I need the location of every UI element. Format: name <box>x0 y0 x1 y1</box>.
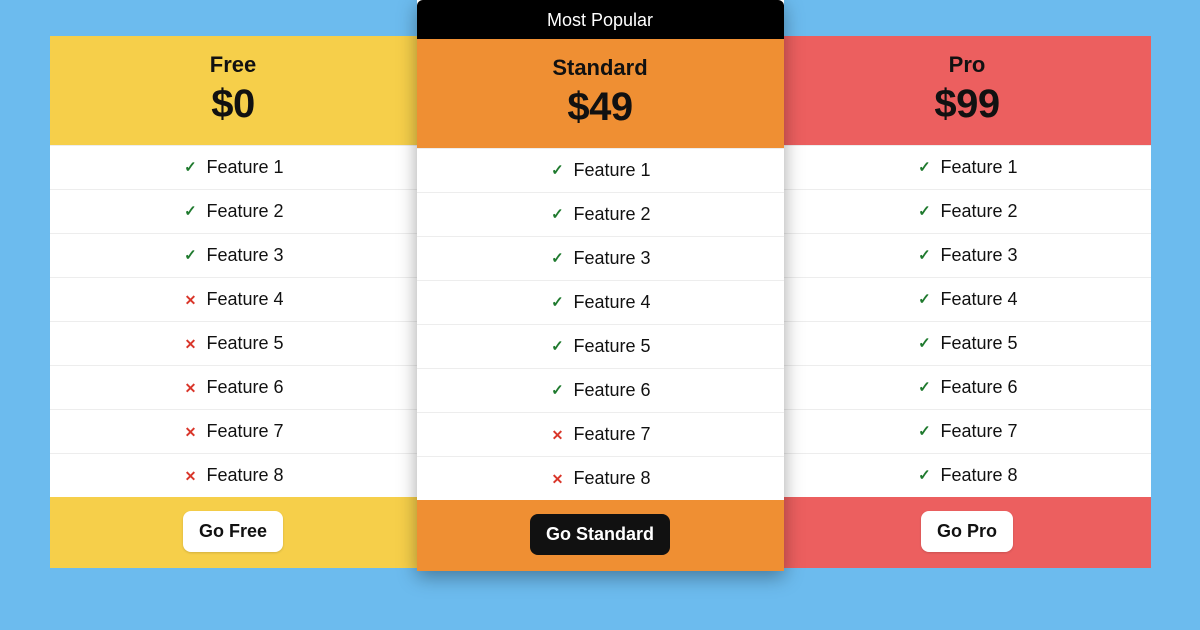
plan-header: Free $0 <box>50 36 417 145</box>
feature-label: Feature 8 <box>573 468 650 489</box>
feature-row: ✓ Feature 1 <box>50 145 417 189</box>
check-icon: ✓ <box>549 207 565 223</box>
check-icon: ✓ <box>916 204 932 220</box>
check-icon: ✓ <box>916 336 932 352</box>
feature-row: ✓ Feature 2 <box>784 189 1151 233</box>
cross-icon: ✕ <box>182 424 198 440</box>
feature-row: ✓ Feature 6 <box>784 365 1151 409</box>
cta-pro-button[interactable]: Go Pro <box>921 511 1013 552</box>
feature-label: Feature 2 <box>940 201 1017 222</box>
feature-row: ✓ Feature 3 <box>784 233 1151 277</box>
check-icon: ✓ <box>916 248 932 264</box>
feature-row: ✓ Feature 3 <box>50 233 417 277</box>
feature-row: ✓ Feature 5 <box>784 321 1151 365</box>
check-icon: ✓ <box>182 204 198 220</box>
check-icon: ✓ <box>549 163 565 179</box>
feature-label: Feature 7 <box>940 421 1017 442</box>
feature-row: ✕ Feature 8 <box>50 453 417 497</box>
popular-badge: Most Popular <box>417 0 784 39</box>
cross-icon: ✕ <box>182 292 198 308</box>
plan-price: $99 <box>794 82 1141 127</box>
feature-row: ✓ Feature 5 <box>417 324 784 368</box>
plan-footer: Go Free <box>50 497 417 568</box>
feature-label: Feature 4 <box>206 289 283 310</box>
cross-icon: ✕ <box>182 380 198 396</box>
plan-price: $0 <box>60 82 407 127</box>
check-icon: ✓ <box>549 295 565 311</box>
feature-label: Feature 5 <box>206 333 283 354</box>
check-icon: ✓ <box>549 383 565 399</box>
feature-label: Feature 2 <box>573 204 650 225</box>
check-icon: ✓ <box>549 339 565 355</box>
check-icon: ✓ <box>916 380 932 396</box>
feature-row: ✕ Feature 6 <box>50 365 417 409</box>
plan-pro: Pro $99 ✓ Feature 1 ✓ Feature 2 ✓ Feature 3 ✓ Fea… <box>784 36 1151 568</box>
plan-footer: Go Standard <box>417 500 784 571</box>
feature-list: ✓ Feature 1 ✓ Feature 2 ✓ Feature 3 ✓ Feature 4… <box>784 145 1151 497</box>
plan-name: Pro <box>794 52 1141 78</box>
check-icon: ✓ <box>916 160 932 176</box>
plan-name: Free <box>60 52 407 78</box>
feature-row: ✓ Feature 3 <box>417 236 784 280</box>
check-icon: ✓ <box>182 160 198 176</box>
plan-price: $49 <box>427 85 774 130</box>
feature-row: ✓ Feature 2 <box>50 189 417 233</box>
feature-label: Feature 8 <box>940 465 1017 486</box>
check-icon: ✓ <box>549 251 565 267</box>
check-icon: ✓ <box>916 292 932 308</box>
feature-label: Feature 1 <box>206 157 283 178</box>
feature-row: ✓ Feature 7 <box>784 409 1151 453</box>
feature-row: ✕ Feature 7 <box>417 412 784 456</box>
feature-row: ✓ Feature 1 <box>417 148 784 192</box>
cta-free-button[interactable]: Go Free <box>183 511 283 552</box>
feature-label: Feature 3 <box>206 245 283 266</box>
plan-free: Free $0 ✓ Feature 1 ✓ Feature 2 ✓ Feature 3 ✕ Fea… <box>50 36 417 568</box>
feature-label: Feature 1 <box>573 160 650 181</box>
cross-icon: ✕ <box>182 336 198 352</box>
plan-header: Pro $99 <box>784 36 1151 145</box>
feature-label: Feature 6 <box>940 377 1017 398</box>
feature-row: ✓ Feature 4 <box>784 277 1151 321</box>
feature-label: Feature 1 <box>940 157 1017 178</box>
check-icon: ✓ <box>182 248 198 264</box>
feature-label: Feature 4 <box>940 289 1017 310</box>
cross-icon: ✕ <box>549 427 565 443</box>
feature-row: ✕ Feature 5 <box>50 321 417 365</box>
feature-label: Feature 5 <box>940 333 1017 354</box>
pricing-table: Free $0 ✓ Feature 1 ✓ Feature 2 ✓ Feature 3 ✕ Fea… <box>50 28 1151 571</box>
feature-list: ✓ Feature 1 ✓ Feature 2 ✓ Feature 3 ✓ Feature 4… <box>417 148 784 500</box>
feature-row: ✕ Feature 8 <box>417 456 784 500</box>
check-icon: ✓ <box>916 468 932 484</box>
feature-row: ✕ Feature 7 <box>50 409 417 453</box>
feature-label: Feature 3 <box>573 248 650 269</box>
feature-label: Feature 2 <box>206 201 283 222</box>
cross-icon: ✕ <box>182 468 198 484</box>
plan-footer: Go Pro <box>784 497 1151 568</box>
feature-label: Feature 7 <box>206 421 283 442</box>
plan-standard: Most Popular Standard $49 ✓ Feature 1 ✓ Featur… <box>417 0 784 571</box>
feature-label: Feature 3 <box>940 245 1017 266</box>
plan-header: Standard $49 <box>417 39 784 148</box>
feature-row: ✓ Feature 8 <box>784 453 1151 497</box>
cross-icon: ✕ <box>549 471 565 487</box>
feature-label: Feature 7 <box>573 424 650 445</box>
feature-row: ✓ Feature 1 <box>784 145 1151 189</box>
cta-standard-button[interactable]: Go Standard <box>530 514 670 555</box>
plan-name: Standard <box>427 55 774 81</box>
feature-label: Feature 8 <box>206 465 283 486</box>
feature-label: Feature 4 <box>573 292 650 313</box>
check-icon: ✓ <box>916 424 932 440</box>
feature-row: ✓ Feature 2 <box>417 192 784 236</box>
feature-list: ✓ Feature 1 ✓ Feature 2 ✓ Feature 3 ✕ Feature 4… <box>50 145 417 497</box>
feature-label: Feature 6 <box>573 380 650 401</box>
feature-row: ✕ Feature 4 <box>50 277 417 321</box>
feature-label: Feature 6 <box>206 377 283 398</box>
feature-row: ✓ Feature 4 <box>417 280 784 324</box>
feature-label: Feature 5 <box>573 336 650 357</box>
feature-row: ✓ Feature 6 <box>417 368 784 412</box>
